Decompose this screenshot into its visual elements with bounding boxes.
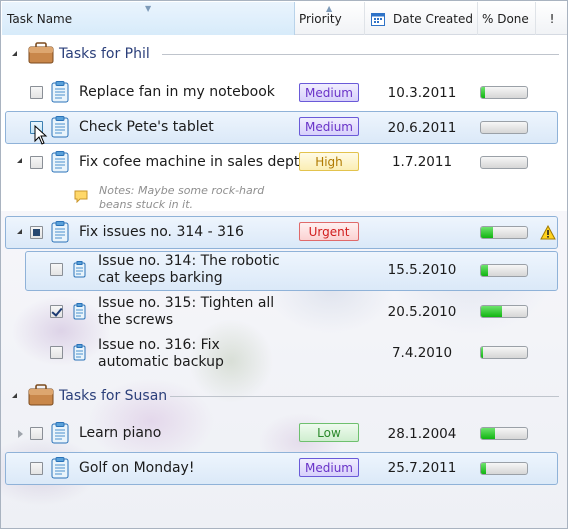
progress-bar xyxy=(480,305,528,318)
progress-bar xyxy=(480,427,528,440)
clipboard-icon xyxy=(51,221,69,243)
header-flag-label: ! xyxy=(549,11,555,26)
collapse-icon[interactable] xyxy=(17,158,22,163)
mouse-cursor-icon xyxy=(34,125,48,145)
date-created: 1.7.2011 xyxy=(391,154,453,170)
task-list-window: ▼ Task Name ▲ Priority Date Created % Do… xyxy=(0,0,568,529)
group-label: Tasks for Susan xyxy=(59,388,168,404)
task-row-selected[interactable]: Check Pete's tablet Medium 20.6.2011 xyxy=(2,112,567,145)
clipboard-icon xyxy=(51,457,69,479)
collapse-icon[interactable] xyxy=(17,229,22,234)
subtask-label: Issue no. 315: Tighten all the screws xyxy=(98,295,275,328)
subtask-checkbox[interactable] xyxy=(50,263,63,276)
task-row[interactable]: Fix cofee machine in sales dept High 1.7… xyxy=(2,147,567,217)
clipboard-icon xyxy=(51,422,69,444)
header-percent-done[interactable]: % Done xyxy=(478,2,536,35)
priority-badge: High xyxy=(299,152,359,171)
task-label: Fix issues no. 314 - 316 xyxy=(79,224,244,240)
subtask-label: Issue no. 316: Fix automatic backup xyxy=(98,337,224,370)
subtask-row-selected[interactable]: Issue no. 314: The robotic cat keeps bar… xyxy=(2,252,567,290)
header-priority[interactable]: ▲ Priority xyxy=(295,2,365,35)
task-row-selected[interactable]: Golf on Monday! Medium 25.7.2011 xyxy=(2,453,567,485)
subtask-checkbox[interactable] xyxy=(50,346,63,359)
group-header-susan[interactable]: Tasks for Susan xyxy=(2,382,567,412)
date-created: 10.3.2011 xyxy=(387,85,457,101)
progress-bar xyxy=(480,86,528,99)
progress-bar xyxy=(480,346,528,359)
group-divider xyxy=(162,54,559,55)
priority-badge: Medium xyxy=(299,83,359,102)
progress-bar xyxy=(480,226,528,239)
progress-fill xyxy=(481,306,502,317)
progress-fill xyxy=(481,265,488,276)
column-header-row: ▼ Task Name ▲ Priority Date Created % Do… xyxy=(2,2,567,35)
note-icon xyxy=(74,190,88,203)
header-percent-done-label: % Done xyxy=(482,11,529,26)
subtask-label: Issue no. 314: The robotic cat keeps bar… xyxy=(98,253,280,286)
task-label: Fix cofee machine in sales dept xyxy=(79,154,300,170)
date-created: 20.5.2010 xyxy=(387,304,457,320)
progress-bar xyxy=(480,462,528,475)
briefcase-icon xyxy=(28,42,54,64)
progress-bar xyxy=(480,156,528,169)
header-date-created-label: Date Created xyxy=(393,11,473,26)
progress-fill xyxy=(481,428,495,439)
collapse-icon[interactable] xyxy=(12,393,17,398)
priority-badge: Urgent xyxy=(299,222,359,241)
subtask-checkbox[interactable] xyxy=(50,305,63,318)
header-date-created[interactable]: Date Created xyxy=(365,2,478,35)
sort-ascending-icon: ▲ xyxy=(326,4,333,13)
clipboard-icon xyxy=(51,81,69,103)
header-priority-label: Priority xyxy=(299,11,342,26)
briefcase-icon xyxy=(28,384,54,406)
clipboard-small-icon xyxy=(73,344,86,361)
header-task-name[interactable]: ▼ Task Name xyxy=(2,2,295,35)
sort-indicator-icon: ▼ xyxy=(145,4,152,13)
calendar-icon xyxy=(371,12,385,26)
date-created: 20.6.2011 xyxy=(387,120,457,136)
date-created: 7.4.2010 xyxy=(391,345,453,361)
header-task-name-label: Task Name xyxy=(7,11,73,26)
task-checkbox[interactable] xyxy=(30,427,43,440)
progress-fill xyxy=(481,347,484,358)
task-row[interactable]: Replace fan in my notebook Medium 10.3.2… xyxy=(2,77,567,109)
priority-badge: Medium xyxy=(299,117,359,136)
subtask-row[interactable]: Issue no. 315: Tighten all the screws 20… xyxy=(2,293,567,331)
group-label: Tasks for Phil xyxy=(59,46,150,62)
progress-bar xyxy=(480,121,528,134)
priority-badge: Medium xyxy=(299,458,359,477)
task-note: Notes: Maybe some rock-hard beans stuck … xyxy=(99,184,265,211)
progress-fill xyxy=(481,87,485,98)
progress-fill xyxy=(481,227,493,238)
task-row[interactable]: Learn piano Low 28.1.2004 xyxy=(2,418,567,450)
date-created: 15.5.2010 xyxy=(387,262,457,278)
task-checkbox[interactable] xyxy=(30,226,43,239)
task-label: Golf on Monday! xyxy=(79,460,195,476)
group-divider xyxy=(170,396,559,397)
task-checkbox[interactable] xyxy=(30,86,43,99)
task-row-parent[interactable]: Fix issues no. 314 - 316 Urgent xyxy=(2,217,567,249)
header-flag[interactable]: ! xyxy=(536,2,567,35)
clipboard-icon xyxy=(51,151,69,173)
clipboard-small-icon xyxy=(73,303,86,320)
expand-icon[interactable] xyxy=(18,430,23,438)
date-created: 25.7.2011 xyxy=(387,460,457,476)
task-label: Check Pete's tablet xyxy=(79,119,214,135)
clipboard-small-icon xyxy=(73,261,86,278)
progress-fill xyxy=(481,463,486,474)
date-created: 28.1.2004 xyxy=(387,426,457,442)
clipboard-icon xyxy=(51,116,69,138)
priority-badge: Low xyxy=(299,423,359,442)
group-header-phil[interactable]: Tasks for Phil xyxy=(2,39,567,69)
task-label: Replace fan in my notebook xyxy=(79,84,275,100)
collapse-icon[interactable] xyxy=(12,51,17,56)
task-checkbox[interactable] xyxy=(30,156,43,169)
progress-bar xyxy=(480,264,528,277)
task-label: Learn piano xyxy=(79,425,162,441)
task-checkbox[interactable] xyxy=(30,462,43,475)
warning-icon xyxy=(540,225,556,240)
subtask-row[interactable]: Issue no. 316: Fix automatic backup 7.4.… xyxy=(2,335,567,373)
